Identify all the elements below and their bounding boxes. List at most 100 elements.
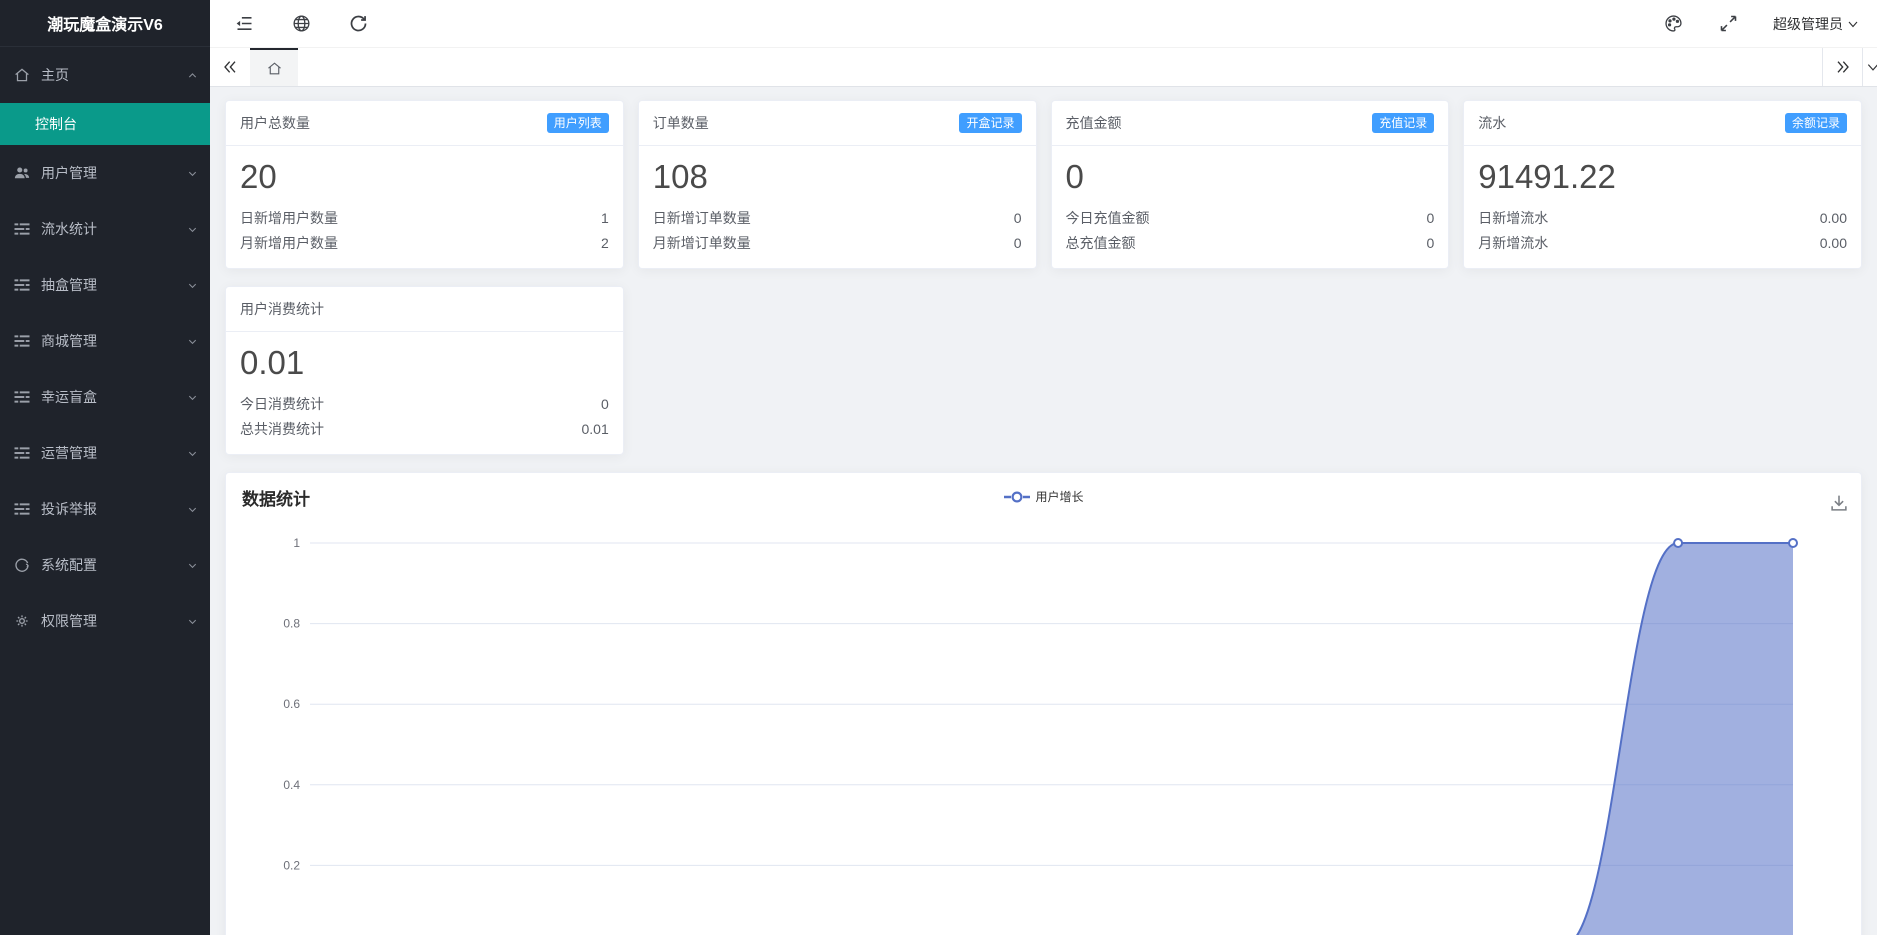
card-stat-row: 日新增订单数量 0: [653, 206, 1022, 231]
row-value: 0.01: [582, 417, 609, 442]
sidebar-item-console[interactable]: 控制台: [0, 103, 210, 145]
user-menu[interactable]: 超级管理员: [1773, 14, 1859, 34]
sidebar-item-label: 商城管理: [41, 331, 187, 351]
chart-title: 数据统计: [242, 485, 310, 510]
sidebar-item-lucky-box[interactable]: 幸运盲盒: [0, 369, 210, 425]
row-label: 月新增订单数量: [653, 231, 751, 256]
main-area: 超级管理员 用户总数量 用户列表: [210, 0, 1877, 935]
card-stat-row: 月新增订单数量 0: [653, 231, 1022, 256]
card-body: 108 日新增订单数量 0 月新增订单数量 0: [639, 146, 1036, 268]
row-label: 日新增订单数量: [653, 206, 751, 231]
sidebar-item-user-management[interactable]: 用户管理: [0, 145, 210, 201]
svg-text:1: 1: [293, 536, 300, 550]
card-value: 91491.22: [1478, 158, 1847, 196]
row-value: 1: [601, 206, 609, 231]
chevron-down-icon: [187, 224, 198, 235]
stat-cards-row-2: 用户消费统计 0.01 今日消费统计 0 总共消费统计 0.01: [225, 286, 1862, 455]
fullscreen-icon[interactable]: [1718, 13, 1739, 34]
sidebar-item-label: 抽盒管理: [41, 275, 187, 295]
chevron-down-icon: [187, 392, 198, 403]
collapse-sidebar-icon[interactable]: [234, 13, 255, 34]
tabbar-spacer: [298, 48, 1822, 86]
user-name: 超级管理员: [1773, 14, 1843, 34]
sidebar-item-label: 权限管理: [41, 611, 187, 631]
row-value: 2: [601, 231, 609, 256]
row-value: 0: [1014, 206, 1022, 231]
double-chevron-left-icon: [222, 59, 238, 75]
row-label: 今日充值金额: [1066, 206, 1150, 231]
sidebar-item-flow-stats[interactable]: 流水统计: [0, 201, 210, 257]
list-icon: [13, 500, 31, 518]
card-body: 20 日新增用户数量 1 月新增用户数量 2: [226, 146, 623, 268]
row-value: 0.00: [1820, 206, 1847, 231]
sidebar-menu: 主页 控制台 用户管理 流水统计 抽盒管理 商城管理 幸: [0, 47, 210, 649]
tabs-scroll-right-button[interactable]: [1822, 48, 1862, 86]
header-right-actions: 超级管理员: [1663, 13, 1859, 34]
row-value: 0: [1426, 206, 1434, 231]
data-statistics-chart-card: 数据统计 用户增长 0.20.40.60.81: [225, 472, 1862, 935]
double-chevron-right-icon: [1835, 59, 1851, 75]
chevron-up-icon: [187, 70, 198, 81]
sidebar: 潮玩魔盒演示V6 主页 控制台 用户管理 流水统计 抽盒管理 商城管理: [0, 0, 210, 935]
row-label: 总共消费统计: [240, 417, 324, 442]
tab-bar: [210, 47, 1877, 87]
sidebar-item-box-management[interactable]: 抽盒管理: [0, 257, 210, 313]
sidebar-item-label: 幸运盲盒: [41, 387, 187, 407]
home-icon: [13, 66, 31, 84]
open-box-records-badge[interactable]: 开盒记录: [959, 113, 1021, 133]
language-globe-icon[interactable]: [291, 13, 312, 34]
card-body: 0.01 今日消费统计 0 总共消费统计 0.01: [226, 332, 623, 454]
row-label: 月新增流水: [1478, 231, 1548, 256]
row-label: 今日消费统计: [240, 392, 324, 417]
list-icon: [13, 220, 31, 238]
chevron-down-icon: [187, 280, 198, 291]
svg-text:0.4: 0.4: [283, 778, 300, 792]
card-stat-row: 月新增用户数量 2: [240, 231, 609, 256]
stat-card-orders: 订单数量 开盒记录 108 日新增订单数量 0 月新增订单数量 0: [638, 100, 1037, 269]
card-stat-row: 总充值金额 0: [1066, 231, 1435, 256]
svg-text:0.6: 0.6: [283, 697, 300, 711]
list-icon: [13, 388, 31, 406]
row-label: 日新增流水: [1478, 206, 1548, 231]
list-icon: [13, 276, 31, 294]
row-value: 0.00: [1820, 231, 1847, 256]
card-stat-row: 今日充值金额 0: [1066, 206, 1435, 231]
row-value: 0: [601, 392, 609, 417]
sidebar-item-label: 控制台: [35, 114, 77, 134]
recharge-records-badge[interactable]: 充值记录: [1372, 113, 1434, 133]
chevron-down-icon: [1866, 60, 1877, 74]
tabs-scroll-left-button[interactable]: [210, 48, 250, 86]
refresh-icon[interactable]: [348, 13, 369, 34]
sidebar-item-mall-management[interactable]: 商城管理: [0, 313, 210, 369]
chevron-down-icon: [187, 560, 198, 571]
sidebar-item-label: 流水统计: [41, 219, 187, 239]
sidebar-item-label: 系统配置: [41, 555, 187, 575]
sidebar-item-home[interactable]: 主页: [0, 47, 210, 103]
stat-cards-row-1: 用户总数量 用户列表 20 日新增用户数量 1 月新增用户数量 2: [225, 100, 1862, 269]
theme-palette-icon[interactable]: [1663, 13, 1684, 34]
card-body: 0 今日充值金额 0 总充值金额 0: [1052, 146, 1449, 268]
sidebar-item-system-config[interactable]: 系统配置: [0, 537, 210, 593]
sidebar-item-label: 用户管理: [41, 163, 187, 183]
sidebar-item-permissions[interactable]: 权限管理: [0, 593, 210, 649]
download-chart-icon[interactable]: [1828, 492, 1850, 514]
sidebar-item-operations[interactable]: 运营管理: [0, 425, 210, 481]
card-header: 用户总数量 用户列表: [226, 101, 623, 146]
balance-records-badge[interactable]: 余额记录: [1785, 113, 1847, 133]
list-icon: [13, 444, 31, 462]
row-label: 总充值金额: [1066, 231, 1136, 256]
chart-legend-user-growth[interactable]: 用户增长: [1003, 488, 1083, 505]
card-title: 用户消费统计: [240, 299, 324, 319]
card-header: 订单数量 开盒记录: [639, 101, 1036, 146]
card-stat-row: 今日消费统计 0: [240, 392, 609, 417]
sidebar-item-complaints[interactable]: 投诉举报: [0, 481, 210, 537]
sidebar-item-label: 主页: [41, 65, 187, 85]
chevron-down-icon: [187, 448, 198, 459]
user-list-badge[interactable]: 用户列表: [547, 113, 609, 133]
tab-home[interactable]: [250, 48, 298, 86]
home-icon: [266, 60, 283, 77]
row-value: 0: [1014, 231, 1022, 256]
stat-card-recharge: 充值金额 充值记录 0 今日充值金额 0 总充值金额 0: [1051, 100, 1450, 269]
tabs-actions-dropdown[interactable]: [1862, 48, 1877, 86]
gear-icon: [13, 612, 31, 630]
